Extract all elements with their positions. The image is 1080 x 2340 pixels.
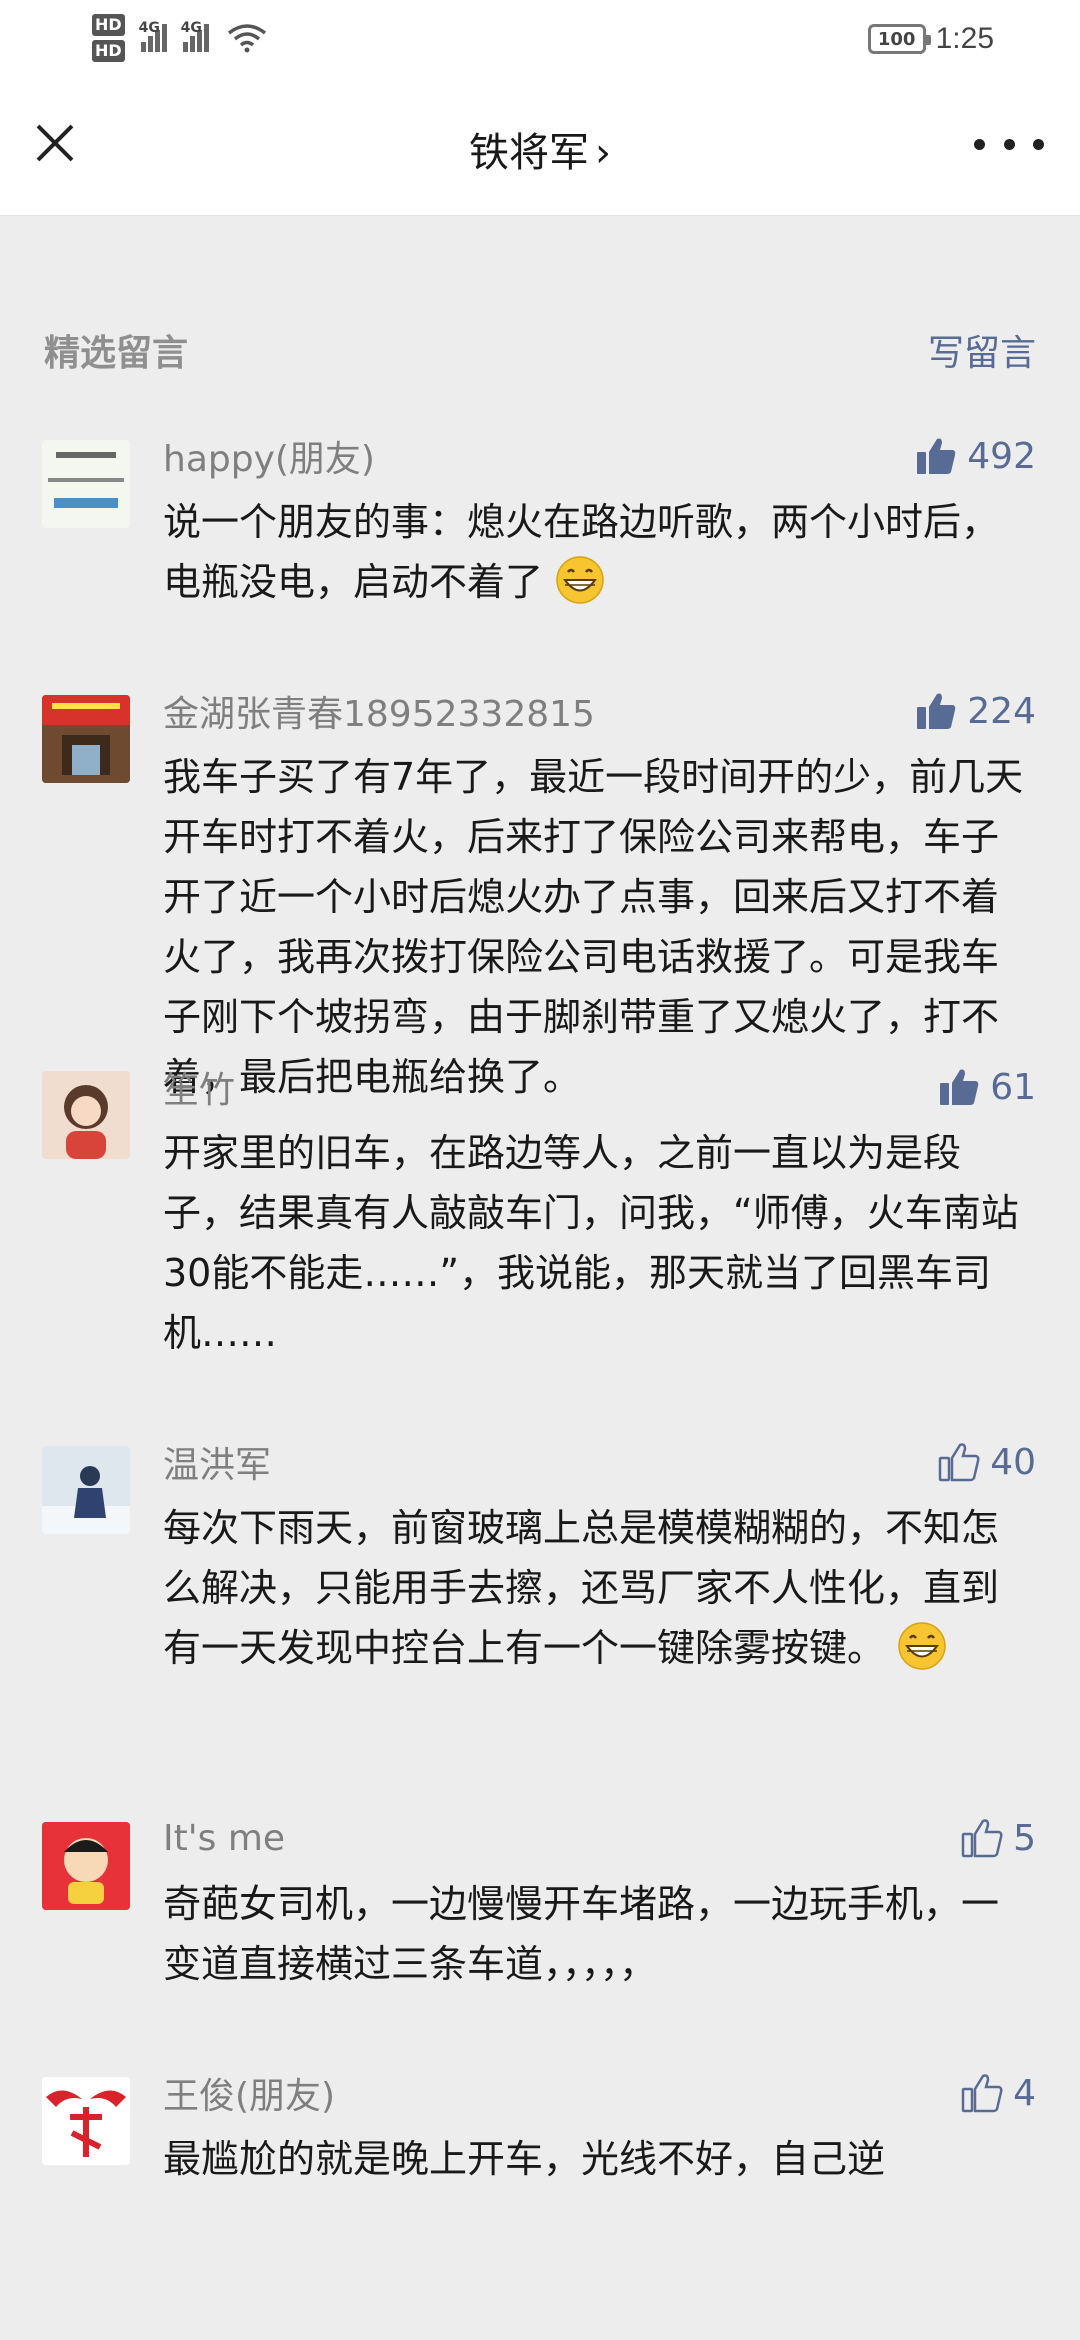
like-button[interactable]: 40 <box>938 1442 1036 1483</box>
comment-header: 金湖张青春18952332815 224 <box>163 675 1036 747</box>
comment-item: 王俊(朋友) 4 最尴尬的就是晚上开车，光线不好，自己逆 <box>0 2057 1080 2257</box>
thumbs-up-icon <box>917 438 956 474</box>
comment-body: 奇葩女司机，一边慢慢开车堵路，一边玩手机，一变道直接横过三条车道，，，，， <box>163 1882 1000 1986</box>
comments-header: 精选留言 写留言 <box>0 310 1080 380</box>
more-button[interactable] <box>974 126 1044 162</box>
like-count: 5 <box>1013 1817 1036 1859</box>
grin-emoji-icon <box>556 556 604 604</box>
chevron-right-icon: › <box>595 130 611 176</box>
comment-body: 最尴尬的就是晚上开车，光线不好，自己逆 <box>163 2137 886 2181</box>
network-type-1: 4G <box>138 20 160 36</box>
title-bar: 铁将军 › <box>0 90 1080 216</box>
comment-text: 开家里的旧车，在路边等人，之前一直以为是段子，结果真有人敲敲车门，问我，“师傅，… <box>163 1123 1036 1363</box>
avatar[interactable] <box>42 2077 130 2165</box>
hd-badge-2: HD <box>92 40 125 62</box>
comment-text: 说一个朋友的事：熄火在路边听歌，两个小时后，电瓶没电，启动不着了 <box>163 492 1036 612</box>
account-title[interactable]: 铁将军 › <box>0 120 1080 178</box>
comment-item: happy(朋友) 492 说一个朋友的事：熄火在路边听歌，两个小时后，电瓶没电… <box>0 420 1080 675</box>
status-bar-right: 100 1:25 <box>867 22 994 56</box>
signal-icon-2: 4G <box>181 20 209 52</box>
commenter-name[interactable]: 金湖张青春18952332815 <box>163 685 595 737</box>
avatar[interactable] <box>42 1446 130 1534</box>
commenter-name[interactable]: 笙竹 <box>163 1061 235 1113</box>
comment-text: 奇葩女司机，一边慢慢开车堵路，一边玩手机，一变道直接横过三条车道，，，，， <box>163 1874 1036 1994</box>
like-button[interactable]: 492 <box>915 436 1036 477</box>
thumbs-up-outline-icon <box>961 1819 1003 1858</box>
commenter-name[interactable]: It's me <box>163 1818 285 1859</box>
like-button[interactable]: 61 <box>938 1067 1036 1108</box>
hd-badge-1: HD <box>92 14 125 36</box>
like-button[interactable]: 224 <box>915 691 1036 732</box>
thumbs-up-outline-icon <box>938 1443 980 1482</box>
status-bar: HD HD 4G 4G 100 1:25 <box>0 0 1080 90</box>
comment-header: 笙竹 61 <box>163 1051 1036 1123</box>
write-comment-button[interactable]: 写留言 <box>928 324 1036 376</box>
like-count: 492 <box>967 435 1036 477</box>
battery-icon: 100 <box>867 24 931 54</box>
thumbs-up-icon <box>940 1069 979 1105</box>
signal-icon-1: 4G <box>139 20 167 52</box>
comment-text: 每次下雨天，前窗玻璃上总是模模糊糊的，不知怎么解决，只能用手去擦，还骂厂家不人性… <box>163 1498 1036 1678</box>
comment-list: happy(朋友) 492 说一个朋友的事：熄火在路边听歌，两个小时后，电瓶没电… <box>0 420 1080 2257</box>
thumbs-up-icon <box>917 693 956 729</box>
signal-bar <box>161 24 167 52</box>
featured-comments-title: 精选留言 <box>44 333 189 374</box>
wifi-icon <box>227 24 266 53</box>
like-count: 61 <box>990 1066 1036 1108</box>
commenter-name[interactable]: 王俊(朋友) <box>163 2067 335 2119</box>
comment-item: 笙竹 61 开家里的旧车，在路边等人，之前一直以为是段子，结果真有人敲敲车门，问… <box>0 1051 1080 1426</box>
comment-body: 每次下雨天，前窗玻璃上总是模模糊糊的，不知怎么解决，只能用手去擦，还骂厂家不人性… <box>163 1506 1000 1670</box>
avatar[interactable] <box>42 695 130 783</box>
signal-bar <box>182 42 188 52</box>
avatar[interactable] <box>42 1822 130 1910</box>
grin-emoji-icon <box>898 1622 946 1670</box>
signal-bar <box>147 36 153 52</box>
avatar[interactable] <box>42 1071 130 1159</box>
like-button[interactable]: 4 <box>961 2073 1036 2114</box>
commenter-name[interactable]: 温洪军 <box>163 1436 271 1488</box>
like-button[interactable]: 5 <box>961 1818 1036 1859</box>
network-type-2: 4G <box>180 20 202 36</box>
comment-item: 温洪军 40 每次下雨天，前窗玻璃上总是模模糊糊的，不知怎么解决，只能用手去擦，… <box>0 1426 1080 1802</box>
more-icon-dot <box>974 138 985 150</box>
account-name: 铁将军 <box>469 130 589 176</box>
comment-text: 最尴尬的就是晚上开车，光线不好，自己逆 <box>163 2129 1036 2189</box>
comment-body: 开家里的旧车，在路边等人，之前一直以为是段子，结果真有人敲敲车门，问我，“师傅，… <box>163 1131 1019 1355</box>
like-count: 40 <box>990 1441 1036 1483</box>
clock: 1:25 <box>935 22 994 55</box>
comment-item: It's me 5 奇葩女司机，一边慢慢开车堵路，一边玩手机，一变道直接横过三条… <box>0 1802 1080 2057</box>
signal-bar <box>203 24 209 52</box>
hd-indicators: HD HD <box>92 14 125 62</box>
avatar[interactable] <box>42 440 130 528</box>
comment-header: 温洪军 40 <box>163 1426 1036 1498</box>
thumbs-up-outline-icon <box>961 2074 1003 2113</box>
more-icon-dot <box>1033 138 1044 150</box>
commenter-name[interactable]: happy(朋友) <box>163 430 375 482</box>
like-count: 224 <box>967 690 1036 732</box>
more-icon-dot <box>1003 138 1015 150</box>
like-count: 4 <box>1013 2072 1036 2114</box>
comment-header: happy(朋友) 492 <box>163 420 1036 492</box>
status-bar-left: HD HD 4G 4G <box>92 14 267 62</box>
comment-item: 金湖张青春18952332815 224 我车子买了有7年了，最近一段时间开的少… <box>0 675 1080 1099</box>
signal-bar <box>189 36 195 52</box>
comment-header: 王俊(朋友) 4 <box>163 2057 1036 2129</box>
comment-body: 我车子买了有7年了，最近一段时间开的少，前几天开车时打不着火，后来打了保险公司来… <box>163 755 1024 1099</box>
signal-bar <box>140 42 146 52</box>
comment-header: It's me 5 <box>163 1802 1036 1874</box>
